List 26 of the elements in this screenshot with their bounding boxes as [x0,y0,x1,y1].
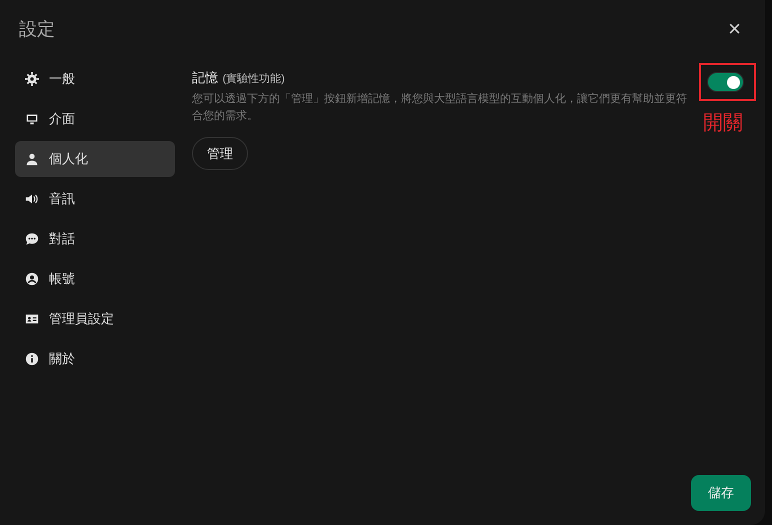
monitor-icon [25,112,39,126]
manage-button[interactable]: 管理 [192,137,248,170]
annotation-box [699,63,756,101]
memory-toggle[interactable] [707,72,744,92]
gear-icon [25,72,39,86]
speaker-icon [25,192,39,206]
card-icon [25,312,39,326]
sidebar-item[interactable]: 帳號 [15,261,175,297]
sidebar-item[interactable]: 介面 [15,101,175,137]
sidebar-item[interactable]: 管理員設定 [15,301,175,337]
sidebar-item[interactable]: 對話 [15,221,175,257]
experimental-note: (實驗性功能) [222,73,285,85]
sidebar-item[interactable]: 音訊 [15,181,175,217]
sidebar-item[interactable]: 一般 [15,61,175,97]
sidebar-item[interactable]: 個人化 [15,141,175,177]
info-icon [25,352,39,366]
annotation-label: 開關 [703,111,743,136]
sidebar-item[interactable]: 關於 [15,341,175,377]
account-icon [25,272,39,286]
chat-icon [25,232,39,246]
close-button[interactable]: × [728,18,741,40]
memory-description: 您可以透過下方的「管理」按鈕新增記憶，將您與大型語言模型的互動個人化，讓它們更有幫助並更符合您的需求。 [192,92,688,124]
memory-title: 記憶 [192,70,218,85]
save-button[interactable]: 儲存 [691,475,751,511]
dialog-title: 設定 [19,18,55,41]
user-icon [25,152,39,166]
